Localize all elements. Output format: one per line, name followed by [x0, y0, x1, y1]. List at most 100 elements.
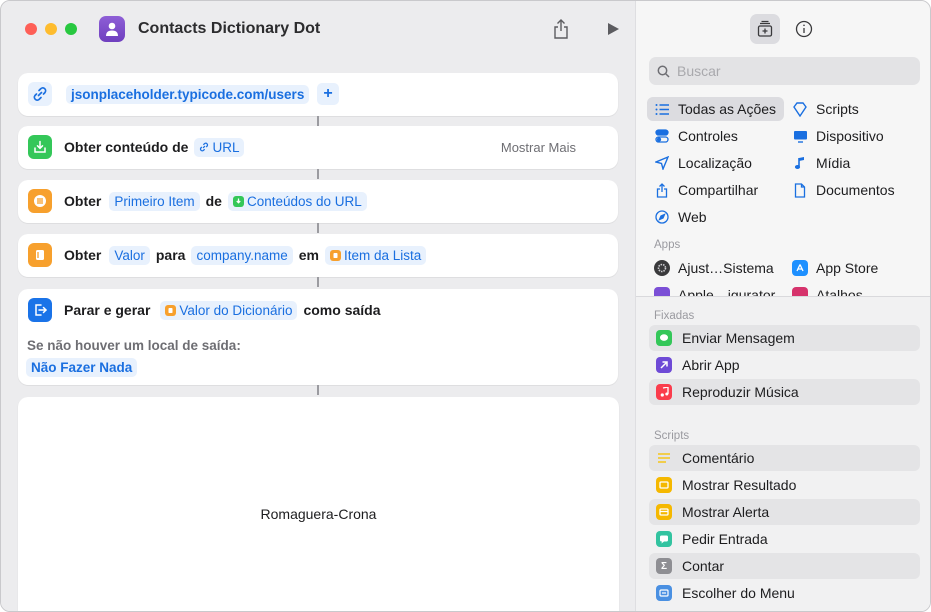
for-label: para	[155, 247, 186, 263]
app-apple-configurator[interactable]: Apple…igurator	[654, 283, 775, 296]
minimize-window-button[interactable]	[45, 23, 57, 35]
from-label: de	[205, 193, 222, 209]
category-documents[interactable]: Documentos	[792, 178, 895, 202]
pinned-send-message[interactable]: Enviar Mensagem	[649, 325, 920, 351]
zoom-window-button[interactable]	[65, 23, 77, 35]
script-choose-menu[interactable]: Escolher do Menu	[649, 580, 920, 606]
category-label: Compartilhar	[678, 182, 759, 198]
run-button[interactable]	[602, 17, 624, 41]
gear-icon	[654, 260, 670, 276]
app-label: App Store	[816, 260, 879, 276]
action-library-pane: Todas as Ações Scripts Controles Disposi…	[635, 1, 930, 611]
get-contents-action-card[interactable]: Obter conteúdo de URL Mostrar Mais	[18, 126, 618, 169]
sigma-icon: Σ	[656, 558, 672, 574]
script-ask-input[interactable]: Pedir Entrada	[649, 526, 920, 552]
action-connector	[317, 277, 319, 287]
get-item-action-card[interactable]: Obter Primeiro Item de Conteúdos do URL	[18, 180, 618, 223]
category-label: Web	[678, 209, 707, 225]
editor-pane: Contacts Dictionary Dot jsonplaceholder.…	[1, 1, 635, 611]
suggestions-area: Fixadas Enviar Mensagem Abrir App Reprod…	[636, 297, 930, 611]
input-icon	[656, 531, 672, 547]
category-label: Todas as Ações	[678, 101, 777, 117]
in-label: em	[298, 247, 319, 263]
value-selector-token[interactable]: Valor	[109, 245, 150, 265]
contents-variable-token[interactable]: Conteúdos do URL	[227, 191, 367, 211]
get-value-action-card[interactable]: Obter Valor para company.name em Item da…	[18, 234, 618, 277]
share-button[interactable]	[550, 17, 572, 41]
action-label: Pedir Entrada	[682, 531, 768, 547]
show-more-button[interactable]: Mostrar Mais	[501, 140, 576, 155]
get-value-label: Obter	[64, 247, 102, 263]
app-label: Ajust…Sistema	[678, 260, 774, 276]
shortcut-title[interactable]: Contacts Dictionary Dot	[138, 20, 320, 38]
search-input[interactable]	[677, 63, 897, 79]
open-app-icon	[656, 357, 672, 373]
category-label: Controles	[678, 128, 738, 144]
action-label: Comentário	[682, 450, 755, 466]
fallback-option-token[interactable]: Não Fazer Nada	[26, 358, 138, 377]
search-field[interactable]	[649, 57, 920, 85]
list-item-variable-token[interactable]: Item da Lista	[324, 245, 427, 265]
scripts-section-header: Scripts	[654, 430, 690, 442]
category-label: Dispositivo	[816, 128, 884, 144]
url-variable-token[interactable]: URL	[194, 137, 245, 157]
document-icon	[792, 182, 808, 198]
scripts-icon	[792, 101, 808, 117]
pinned-section-header: Fixadas	[654, 310, 695, 322]
link-icon	[200, 142, 209, 152]
pinned-play-music[interactable]: Reproduzir Música	[649, 379, 920, 405]
dictionary-value-token[interactable]: Valor do Dicionário	[160, 300, 298, 320]
script-show-result[interactable]: Mostrar Resultado	[649, 472, 920, 498]
compass-icon	[654, 209, 670, 225]
alert-icon	[656, 504, 672, 520]
shortcut-contact-icon[interactable]	[99, 16, 125, 42]
category-all-actions[interactable]: Todas as Ações	[647, 97, 784, 121]
search-icon	[657, 65, 670, 78]
category-label: Scripts	[816, 101, 859, 117]
category-label: Documentos	[816, 182, 895, 198]
item-selector-token[interactable]: Primeiro Item	[109, 191, 200, 211]
list-icon	[28, 189, 52, 213]
script-show-alert[interactable]: Mostrar Alerta	[649, 499, 920, 525]
close-window-button[interactable]	[25, 23, 37, 35]
url-variable-label: URL	[212, 139, 240, 155]
script-comment[interactable]: Comentário	[649, 445, 920, 471]
result-output-panel: Romaguera-Crona	[18, 397, 619, 611]
category-media[interactable]: Mídia	[792, 151, 850, 175]
app-app-store[interactable]: App Store	[792, 256, 878, 280]
comment-icon	[656, 450, 672, 466]
category-location[interactable]: Localização	[654, 151, 752, 175]
configurator-icon	[654, 287, 670, 296]
category-device[interactable]: Dispositivo	[792, 124, 884, 148]
action-label: Contar	[682, 558, 725, 574]
category-share[interactable]: Compartilhar	[654, 178, 758, 202]
key-token[interactable]: company.name	[191, 245, 293, 265]
category-label: Localização	[678, 155, 752, 171]
list-item-variable-label: Item da Lista	[343, 247, 422, 263]
category-web[interactable]: Web	[654, 205, 707, 229]
category-controls[interactable]: Controles	[654, 124, 738, 148]
add-url-button[interactable]: +	[317, 83, 339, 105]
info-tab[interactable]	[789, 14, 819, 44]
dictionary-value-label: Valor do Dicionário	[179, 302, 293, 318]
url-action-card[interactable]: jsonplaceholder.typicode.com/users +	[18, 73, 618, 116]
category-label: Mídia	[816, 155, 851, 171]
category-scripts[interactable]: Scripts	[792, 97, 859, 121]
app-shortcuts[interactable]: Atalhos	[792, 283, 863, 296]
pinned-open-app[interactable]: Abrir App	[649, 352, 920, 378]
action-library-tab[interactable]	[750, 14, 780, 44]
dictionary-icon	[165, 304, 177, 316]
url-token[interactable]: jsonplaceholder.typicode.com/users	[66, 84, 310, 104]
result-icon	[656, 477, 672, 493]
share-icon	[654, 182, 670, 198]
script-count[interactable]: Σ Contar	[649, 553, 920, 579]
location-icon	[654, 155, 670, 171]
stop-output-action-card[interactable]: Parar e gerar Valor do Dicionário como s…	[18, 289, 618, 385]
shortcuts-icon	[792, 287, 808, 296]
contents-variable-label: Conteúdos do URL	[246, 193, 362, 209]
app-system-settings[interactable]: Ajust…Sistema	[654, 256, 774, 280]
fallback-label: Se não houver um local de saída:	[27, 338, 241, 353]
action-connector	[317, 223, 319, 233]
menu-icon	[656, 585, 672, 601]
apps-section-header: Apps	[654, 239, 681, 251]
